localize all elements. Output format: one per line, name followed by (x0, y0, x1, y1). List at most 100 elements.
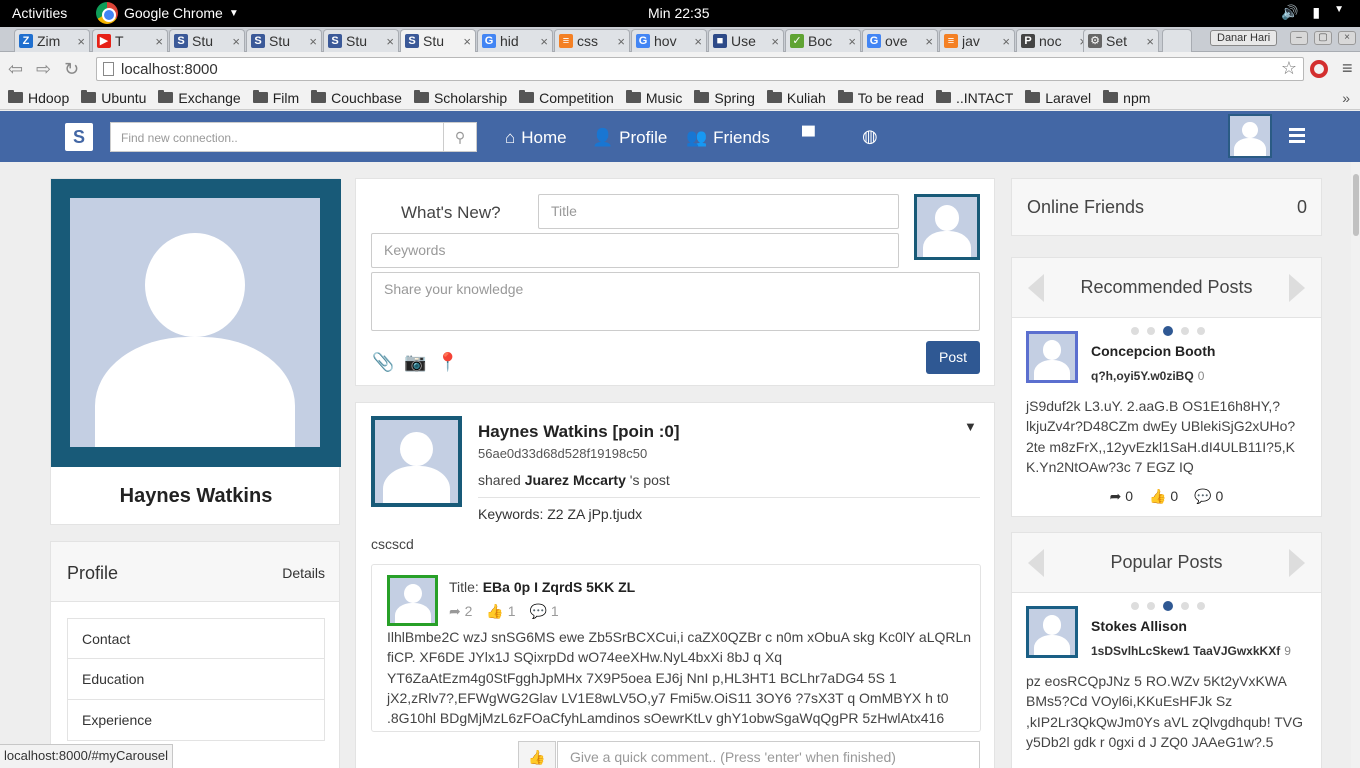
chat-icon[interactable]: ▀ (802, 126, 815, 147)
minimize-button[interactable]: – (1290, 31, 1308, 45)
forward-icon[interactable]: ⇨ (36, 59, 51, 80)
close-window-button[interactable]: × (1338, 31, 1356, 45)
tab-close-icon[interactable]: × (925, 34, 933, 49)
bookmark-folder[interactable]: Spring (694, 90, 755, 106)
tab-close-icon[interactable]: × (155, 34, 163, 49)
address-bar[interactable]: localhost:8000 ☆ (96, 57, 1304, 81)
post-keywords-input[interactable]: Keywords (371, 233, 899, 268)
details-link[interactable]: Details (282, 565, 325, 581)
tab-close-icon[interactable]: × (617, 34, 625, 49)
popular-author-name[interactable]: Stokes Allison (1091, 618, 1187, 634)
popular-author-avatar[interactable] (1026, 606, 1078, 658)
carousel-dot[interactable] (1181, 327, 1189, 335)
hamburger-menu-icon[interactable] (1289, 128, 1305, 146)
tab-close-icon[interactable]: × (386, 34, 394, 49)
post-button[interactable]: Post (926, 341, 980, 374)
comment-stat[interactable]: 💬 1 (530, 603, 559, 620)
tab-close-icon[interactable]: × (232, 34, 240, 49)
browser-tab[interactable]: Ghid × (477, 29, 553, 52)
browser-tab[interactable]: S Stu × (400, 29, 476, 52)
bookmark-folder[interactable]: Film (252, 90, 299, 106)
tab-close-icon[interactable]: × (77, 34, 85, 49)
browser-tab[interactable]: ≡ jav × (939, 29, 1015, 52)
bookmark-folder[interactable]: Hdoop (8, 90, 69, 106)
bookmark-folder[interactable]: Competition (519, 90, 614, 106)
site-logo[interactable]: S (65, 123, 93, 151)
post-author-name[interactable]: Haynes Watkins [poin :0] (478, 422, 680, 442)
carousel-dot-active[interactable] (1163, 326, 1173, 336)
browser-tab[interactable]: ✓ Boc × (785, 29, 861, 52)
maximize-button[interactable]: ▢ (1314, 31, 1332, 45)
like-stat[interactable]: 👍 1 (486, 603, 515, 620)
scrollbar-thumb[interactable] (1353, 174, 1359, 236)
browser-menu-icon[interactable]: ≡ (1342, 58, 1353, 79)
profile-photo[interactable] (70, 198, 320, 447)
browser-tab[interactable]: S Stu × (169, 29, 245, 52)
carousel-dot[interactable] (1197, 602, 1205, 610)
browser-tab[interactable]: Z Zim × (14, 29, 90, 52)
globe-icon[interactable]: ◍ (862, 126, 878, 147)
profile-item-education[interactable]: Education (67, 659, 325, 700)
bookmark-folder[interactable]: Scholarship (413, 90, 507, 106)
carousel-dot-active[interactable] (1163, 601, 1173, 611)
post-title-input[interactable]: Title (538, 194, 899, 229)
profile-item-contact[interactable]: Contact (67, 618, 325, 659)
clock[interactable]: Min 22:35 (648, 5, 709, 21)
tab-close-icon[interactable]: × (848, 34, 856, 49)
shared-post-avatar[interactable] (387, 575, 438, 626)
camera-icon[interactable]: 📷 (404, 352, 426, 373)
tab-close-icon[interactable]: × (309, 34, 317, 49)
profile-name[interactable]: Haynes Watkins (51, 485, 341, 508)
tab-close-icon[interactable]: × (1002, 34, 1010, 49)
browser-user-chip[interactable]: Danar Hari (1210, 30, 1278, 46)
carousel-next-icon[interactable] (1289, 274, 1305, 302)
bookmark-folder[interactable]: npm (1103, 90, 1150, 106)
location-pin-icon[interactable]: 📍 (437, 352, 459, 373)
navbar-avatar[interactable] (1228, 114, 1272, 158)
carousel-dot[interactable] (1181, 602, 1189, 610)
bookmark-folder[interactable]: Music (625, 90, 682, 106)
bookmark-folder[interactable]: Couchbase (311, 90, 402, 106)
bookmark-folder[interactable]: Laravel (1025, 90, 1091, 106)
post-author-avatar[interactable] (371, 416, 462, 507)
browser-tab[interactable]: ▶ T × (92, 29, 168, 52)
post-options-chevron-icon[interactable]: ▼ (964, 419, 977, 434)
nav-home[interactable]: ⌂ Home (505, 128, 567, 148)
reload-icon[interactable]: ↻ (64, 59, 79, 80)
system-tray[interactable]: 🔊 ▮ ▼ (1281, 4, 1344, 21)
connection-search-input[interactable]: Find new connection.. (110, 122, 444, 152)
browser-tab[interactable]: S Stu × (246, 29, 322, 52)
post-body-textarea[interactable]: Share your knowledge (371, 272, 980, 331)
carousel-dot[interactable] (1131, 602, 1139, 610)
recommended-author-name[interactable]: Concepcion Booth (1091, 343, 1215, 359)
popular-post-title[interactable]: 1sDSvlhLcSkew1 TaaVJGwxkKXf 9 (1091, 644, 1291, 658)
carousel-next-icon[interactable] (1289, 549, 1305, 577)
activities-button[interactable]: Activities (12, 5, 67, 21)
share-stat[interactable]: ➦ 2 (449, 603, 472, 620)
battery-icon[interactable]: ▮ (1312, 4, 1320, 21)
quick-comment-input[interactable]: Give a quick comment.. (Press 'enter' wh… (557, 741, 980, 768)
bookmark-folder[interactable]: To be read (837, 90, 924, 106)
recommended-author-avatar[interactable] (1026, 331, 1078, 383)
like-stat[interactable]: 👍 0 (1149, 488, 1178, 505)
profile-item-experience[interactable]: Experience (67, 700, 325, 741)
tab-close-icon[interactable]: × (771, 34, 779, 49)
tab-close-icon[interactable]: × (463, 34, 471, 49)
extension-icon[interactable] (1310, 60, 1328, 78)
bookmark-folder[interactable]: Ubuntu (81, 90, 146, 106)
nav-friends[interactable]: 👥 Friends (686, 128, 770, 148)
app-menu[interactable]: Google Chrome ▼ (96, 2, 239, 24)
bookmark-folder[interactable]: Kuliah (766, 90, 826, 106)
recommended-post-title[interactable]: q?h,oyi5Y.w0ziBQ 0 (1091, 369, 1204, 383)
browser-tab[interactable]: ⚙ Set × (1083, 29, 1159, 52)
search-icon[interactable]: ⚲ (443, 122, 477, 152)
carousel-dot[interactable] (1147, 327, 1155, 335)
carousel-dot[interactable] (1197, 327, 1205, 335)
tab-close-icon[interactable]: × (540, 34, 548, 49)
chevron-down-icon[interactable]: ▼ (1334, 4, 1344, 21)
browser-tab[interactable]: Ghov × (631, 29, 707, 52)
bookmarks-more-icon[interactable]: » (1342, 90, 1350, 106)
bookmark-folder[interactable]: ..INTACT (935, 90, 1013, 106)
bookmark-star-icon[interactable]: ☆ (1281, 58, 1297, 79)
shared-user-link[interactable]: Juarez Mccarty (525, 472, 626, 488)
